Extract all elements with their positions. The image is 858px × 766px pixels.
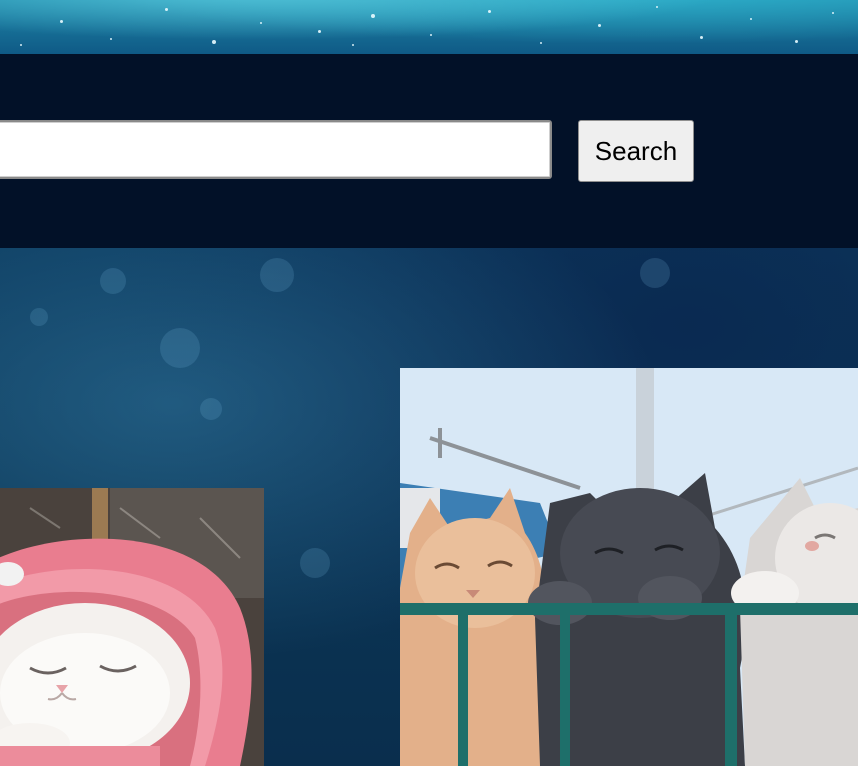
search-input[interactable] [0,120,552,179]
search-button[interactable]: Search [578,120,694,182]
three-cats-on-railing-image [400,368,858,766]
starry-header-banner [0,0,858,54]
cat-in-pink-hoodie-image [0,488,264,766]
page: Search [0,0,858,766]
search-bar-section: Search [0,54,858,248]
